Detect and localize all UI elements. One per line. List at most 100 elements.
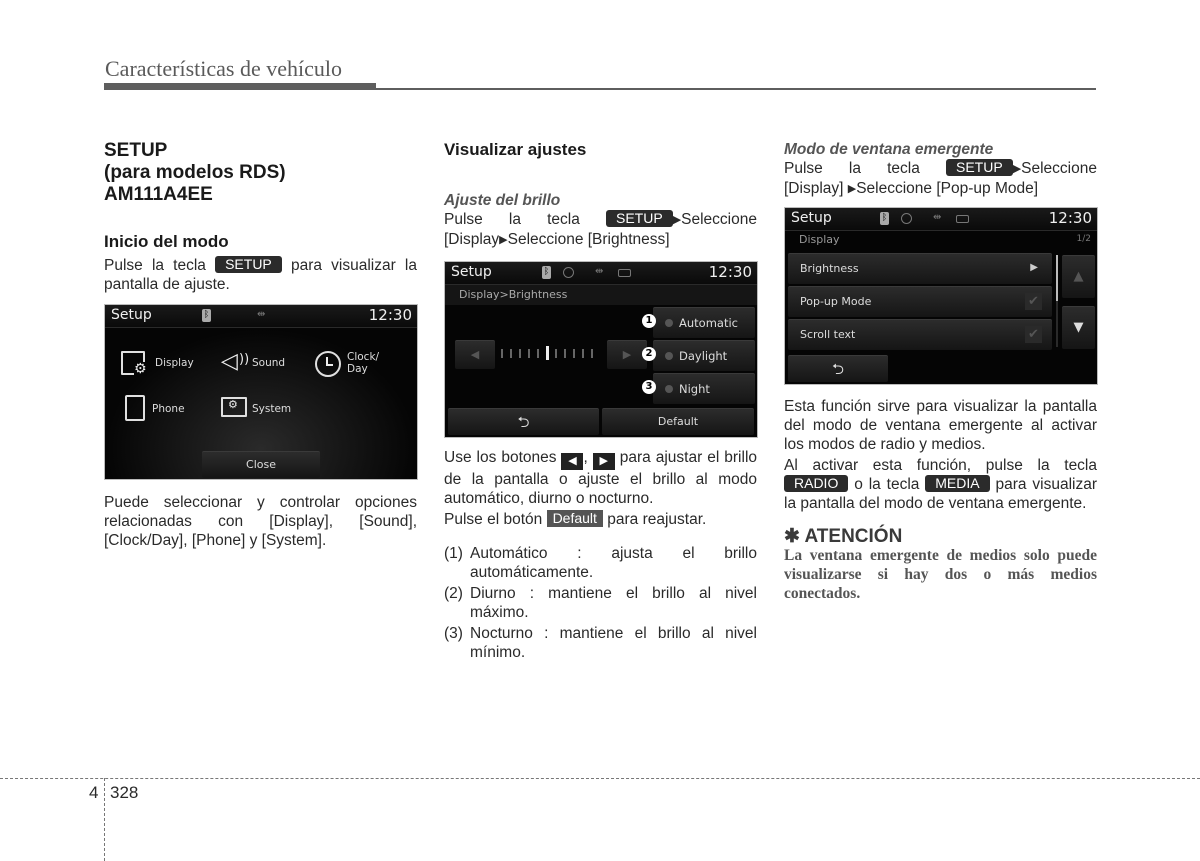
radio-key-badge: RADIO bbox=[784, 475, 849, 492]
menu-clock-day[interactable]: Clock/ Day bbox=[315, 349, 410, 381]
screen-title: Setup bbox=[451, 264, 492, 280]
radio-icon bbox=[665, 319, 673, 327]
triangle-right-icon: ▶ bbox=[1012, 163, 1022, 175]
list-num: (1) bbox=[444, 545, 463, 562]
item-scroll-text[interactable]: Scroll text ✔ bbox=[788, 319, 1052, 350]
menu-sound-label: Sound bbox=[252, 357, 286, 369]
mode-list: (1) Automático : ajusta el brillo automát… bbox=[444, 544, 757, 662]
arrow-right-icon: ▶ bbox=[1030, 262, 1038, 273]
chapter-number: 4 bbox=[89, 783, 99, 802]
back-button[interactable]: ⮌ bbox=[448, 408, 599, 435]
setup-title-2: (para modelos RDS) bbox=[104, 162, 286, 183]
list-item: (1) Automático : ajusta el brillo automát… bbox=[444, 544, 757, 582]
setup-key-badge: SETUP bbox=[946, 159, 1013, 176]
scroll-down-button[interactable]: ▼ bbox=[1062, 306, 1095, 349]
brightness-tick bbox=[555, 349, 557, 358]
display-settings-screen: Setup ᛒ ⇹ 12:30 Display 1/2 Brightness ▶… bbox=[784, 207, 1098, 385]
item-label: Scroll text bbox=[800, 328, 856, 341]
menu-display-label: Display bbox=[155, 357, 194, 369]
menu-phone[interactable]: Phone bbox=[125, 395, 215, 427]
step-line2-b: Seleccione [Pop-up Mode] bbox=[856, 180, 1039, 197]
list-item: (3) Nocturno : mantiene el brillo al nive… bbox=[444, 624, 757, 662]
option-label: Daylight bbox=[679, 349, 728, 363]
menu-system-label: System bbox=[252, 403, 292, 415]
list-num: (2) bbox=[444, 585, 463, 602]
option-night[interactable]: Night bbox=[653, 373, 755, 404]
close-button[interactable]: Close bbox=[202, 451, 320, 478]
checkbox-checked-icon[interactable]: ✔ bbox=[1025, 293, 1042, 310]
triangle-right-icon: ▶ bbox=[672, 214, 682, 226]
brightness-slider[interactable] bbox=[501, 346, 599, 362]
back-button[interactable]: ⮌ bbox=[788, 355, 888, 382]
attention-body: La ventana emergente de medios solo pued… bbox=[784, 547, 1097, 602]
disc-icon bbox=[901, 213, 912, 224]
option-daylight[interactable]: Daylight bbox=[653, 340, 755, 371]
step-line2-a: [Display] bbox=[784, 180, 844, 197]
use-buttons-paragraph: Use los botones ◀, ▶ para ajustar el bri… bbox=[444, 448, 757, 508]
brightness-decrease-button[interactable]: ◀ bbox=[455, 340, 495, 369]
scrollbar-thumb[interactable] bbox=[1056, 255, 1058, 301]
step-pre: Pulse la tecla bbox=[444, 211, 580, 228]
list-num: (3) bbox=[444, 625, 463, 642]
screen-title: Setup bbox=[111, 307, 152, 323]
brightness-tick bbox=[510, 349, 512, 358]
menu-display[interactable]: ⚙ Display bbox=[121, 349, 211, 379]
left-arrow-button-icon: ◀ bbox=[561, 453, 584, 470]
reset-pre: Pulse el botón bbox=[444, 511, 543, 528]
usb-icon: ⇹ bbox=[595, 266, 604, 277]
list-text: Automático : ajusta el brillo automática… bbox=[470, 545, 757, 581]
menu-system[interactable]: ⚙ System bbox=[221, 397, 311, 427]
column-1-body: Puede seleccionar y controlar opciones r… bbox=[104, 493, 417, 550]
use-mid: , bbox=[583, 449, 588, 466]
column-3-body: Esta función sirve para visualizar la pa… bbox=[784, 397, 1097, 603]
triangle-right-icon: ▶ bbox=[499, 234, 508, 246]
column-3: Modo de ventana emergente Pulse la tecla… bbox=[784, 140, 1097, 199]
step-line-1: Pulse la tecla SETUP ▶Seleccione bbox=[784, 159, 1097, 179]
setup-title-3: AM111A4EE bbox=[104, 184, 213, 205]
brightness-increase-button[interactable]: ▶ bbox=[607, 340, 647, 369]
brightness-tick bbox=[528, 349, 530, 358]
checkbox-checked-icon[interactable]: ✔ bbox=[1025, 326, 1042, 343]
step-post: Seleccione bbox=[1021, 160, 1097, 177]
screen-clock: 12:30 bbox=[708, 263, 752, 281]
option-label: Night bbox=[679, 382, 710, 396]
column-1: SETUP (para modelos RDS) AM111A4EE Inici… bbox=[104, 140, 417, 294]
column-2: Visualizar ajustes Ajuste del brillo Pul… bbox=[444, 140, 757, 250]
option-automatic[interactable]: Automatic bbox=[653, 307, 755, 338]
body2-mid: o la tecla bbox=[854, 476, 920, 493]
brightness-tick bbox=[582, 349, 584, 358]
brightness-tick bbox=[537, 349, 539, 358]
brightness-screen: Setup ᛒ ⇹ 12:30 Display>Brightness ◀ ▶ A… bbox=[444, 261, 758, 438]
brightness-tick bbox=[573, 349, 575, 358]
clock-label-2: Day bbox=[347, 363, 368, 375]
back-arrow-icon: ⮌ bbox=[831, 360, 844, 378]
right-arrow-button-icon: ▶ bbox=[592, 453, 615, 470]
page-number: 328 bbox=[110, 783, 139, 802]
option-label: Automatic bbox=[679, 316, 738, 330]
status-bar: Setup ᛒ ⇹ 12:30 bbox=[445, 262, 757, 285]
scroll-up-button[interactable]: ▲ bbox=[1062, 255, 1095, 298]
scrollbar-track[interactable] bbox=[1056, 255, 1058, 347]
list-text: Nocturno : mantiene el brillo al nivel m… bbox=[470, 625, 757, 661]
page-indicator: 1/2 bbox=[1076, 234, 1091, 244]
speaker-icon: ◁ bbox=[221, 349, 238, 374]
default-button[interactable]: Default bbox=[602, 408, 754, 435]
step-pre: Pulse la tecla bbox=[784, 160, 920, 177]
brightness-tick bbox=[564, 349, 566, 358]
clock-hand-icon bbox=[326, 364, 333, 366]
setup-key-badge: SETUP bbox=[606, 210, 673, 227]
menu-phone-label: Phone bbox=[152, 403, 185, 415]
brightness-tick bbox=[519, 349, 521, 358]
screen-clock: 12:30 bbox=[368, 306, 412, 324]
intro-paragraph: Pulse la tecla SETUP para visualizar la … bbox=[104, 256, 417, 294]
setup-key-badge: SETUP bbox=[215, 256, 282, 273]
attention-title: ✱ ATENCIÓN bbox=[784, 526, 903, 547]
triangle-right-icon: ▶ bbox=[847, 183, 857, 195]
column-2-body: Use los botones ◀, ▶ para ajustar el bri… bbox=[444, 448, 757, 662]
gear-icon: ⚙ bbox=[134, 361, 147, 377]
item-brightness[interactable]: Brightness ▶ bbox=[788, 253, 1052, 284]
reset-post: para reajustar. bbox=[607, 511, 707, 528]
brightness-tick-active bbox=[546, 346, 549, 360]
item-popup-mode[interactable]: Pop-up Mode ✔ bbox=[788, 286, 1052, 317]
menu-sound[interactable]: ◁ )) Sound bbox=[221, 349, 311, 379]
